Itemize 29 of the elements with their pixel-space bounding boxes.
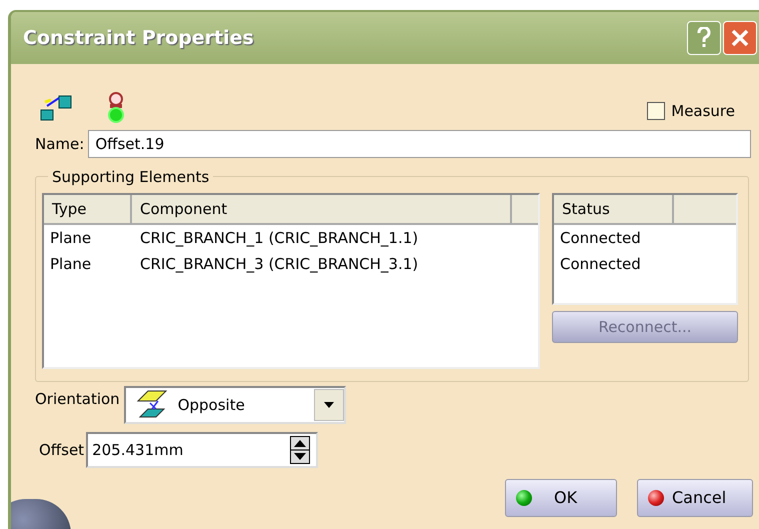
table-cell-text: CRIC_BRANCH_1 (CRIC_BRANCH_1.1) <box>139 228 420 249</box>
caret-icon <box>324 402 334 408</box>
orientation-value: Opposite <box>178 394 246 416</box>
table-cell-text: Plane <box>49 254 92 275</box>
table-cell-text: Connected <box>559 254 642 275</box>
dropdown-arrow-button[interactable] <box>314 389 344 421</box>
ok-button[interactable]: OK <box>505 479 617 517</box>
close-button[interactable] <box>723 21 757 55</box>
table-cell-text: CRIC_BRANCH_3 (CRIC_BRANCH_3.1) <box>139 254 420 275</box>
close-icon <box>731 29 749 47</box>
offset-spin-field[interactable]: 205.431mm <box>86 432 318 468</box>
help-button[interactable] <box>687 21 721 55</box>
measure-label: Measure <box>671 100 735 122</box>
cancel-button[interactable]: Cancel <box>637 479 753 517</box>
name-label: Name: <box>35 134 84 155</box>
measure-checkbox[interactable] <box>647 102 666 120</box>
spinner-arrows-icon[interactable] <box>290 436 310 464</box>
column-header[interactable]: Component <box>132 195 512 225</box>
offset-value: 205.431mm <box>92 440 184 461</box>
help-icon <box>697 27 711 49</box>
offset-label: Offset <box>39 440 84 461</box>
column-header[interactable]: Type <box>44 195 132 225</box>
orientation-label: Orientation <box>35 389 120 410</box>
table-cell-text: Plane <box>49 228 92 249</box>
table-cell-text: Connected <box>559 228 642 249</box>
orientation-dropdown[interactable]: Opposite <box>124 386 346 424</box>
window-title: Constraint Properties <box>23 26 255 51</box>
traffic-light-icon <box>105 90 127 124</box>
name-field[interactable]: Offset.19 <box>88 130 751 158</box>
